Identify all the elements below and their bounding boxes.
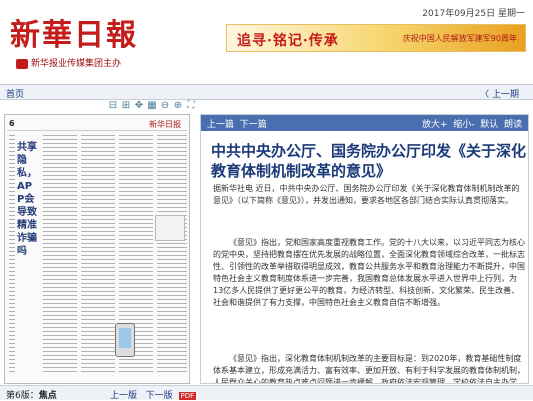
pdf-icon[interactable]: PDF [178, 392, 197, 400]
article-paragraph: 据新华社电 近日，中共中央办公厅、国务院办公厅印发《关于深化教育体制机制改革的意… [213, 184, 520, 205]
move-icon[interactable]: ✥ [134, 100, 144, 111]
issue-date: 2017年09月25日 [422, 9, 496, 19]
prev-article-link[interactable]: 上一篇 [207, 120, 234, 130]
zoom-in-icon[interactable]: ⊕ [173, 100, 183, 111]
banner-title: 追寻·铭记·传承 [237, 33, 339, 49]
expand-icon[interactable]: ⊞ [121, 100, 131, 111]
article-paragraph: 《意见》指出，深化教育体制机制改革的主要目标是：到2020年，教育基础性制度体系… [213, 354, 525, 384]
text-column [9, 135, 15, 375]
text-column [43, 135, 77, 375]
publisher-line: 新华报业传媒集团主办 [16, 56, 121, 69]
text-column [157, 135, 187, 375]
banner-subtitle: 庆祝中国人民解放军建军90周年 [402, 34, 517, 43]
masthead: 新華日報 新华报业传媒集团主办 2017年09月25日 星期一 追寻·铭记·传承… [0, 0, 533, 80]
article-toolbar: 上一篇 下一篇 放大+ 缩小- 默认 朗读 [201, 115, 528, 131]
zoom-out-button[interactable]: 缩小- [453, 120, 474, 130]
home-link[interactable]: 首页 [6, 87, 24, 100]
default-size-button[interactable]: 默认 [480, 120, 498, 130]
shrink-icon[interactable]: ⊟ [108, 100, 118, 111]
fullscreen-icon[interactable]: ⛶ [186, 100, 196, 111]
issue-weekday: 星期一 [497, 9, 525, 19]
zoom-out-icon[interactable]: ⊖ [160, 100, 170, 111]
newspaper-page-image[interactable]: 6 新华日报 共享隐私，APP会导致精准诈骗吗 [4, 114, 190, 384]
page-nav: 第6版：焦点 上一版 下一版 PDF [0, 385, 533, 401]
article-title: 中共中央办公厅、国务院办公厅印发《关于深化教育体制机制改革的意见》 [211, 142, 527, 180]
text-column [81, 135, 115, 375]
page-header: 6 新华日报 [7, 117, 187, 131]
page-image-toolbar: ⊟ ⊞ ✥ ▦ ⊖ ⊕ ⛶ [108, 99, 198, 115]
page-paper-name: 新华日报 [149, 120, 181, 129]
phone-illustration [115, 323, 135, 357]
article-panel: 上一篇 下一篇 放大+ 缩小- 默认 朗读 中共中央办公厅、国务院办公厅印发《关… [200, 114, 529, 384]
date-bar: 2017年09月25日 星期一 [422, 6, 525, 19]
promo-banner[interactable]: 追寻·铭记·传承 庆祝中国人民解放军建军90周年 [226, 24, 526, 52]
newspaper-logo[interactable]: 新華日報 [10, 10, 138, 54]
publisher-text: 新华报业传媒集团主办 [31, 59, 122, 69]
brand-mark-icon [16, 58, 28, 69]
top-navbar: 首页 〈 上一期 [0, 84, 533, 100]
page-headline[interactable]: 共享隐私，APP会导致精准诈骗吗 [17, 141, 39, 361]
page-number: 6 [9, 119, 15, 128]
previous-issue-link[interactable]: 〈 上一期 [480, 87, 519, 100]
read-aloud-button[interactable]: 朗读 [504, 120, 522, 130]
zoom-in-button[interactable]: 放大+ [422, 120, 448, 130]
article-paragraph: 《意见》指出，党和国家高度重视教育工作。党的十八大以来，以习近平同志为核心的党中… [213, 238, 525, 307]
grid-icon[interactable]: ▦ [147, 100, 157, 111]
article-image [155, 215, 185, 241]
next-article-link[interactable]: 下一篇 [240, 120, 267, 130]
